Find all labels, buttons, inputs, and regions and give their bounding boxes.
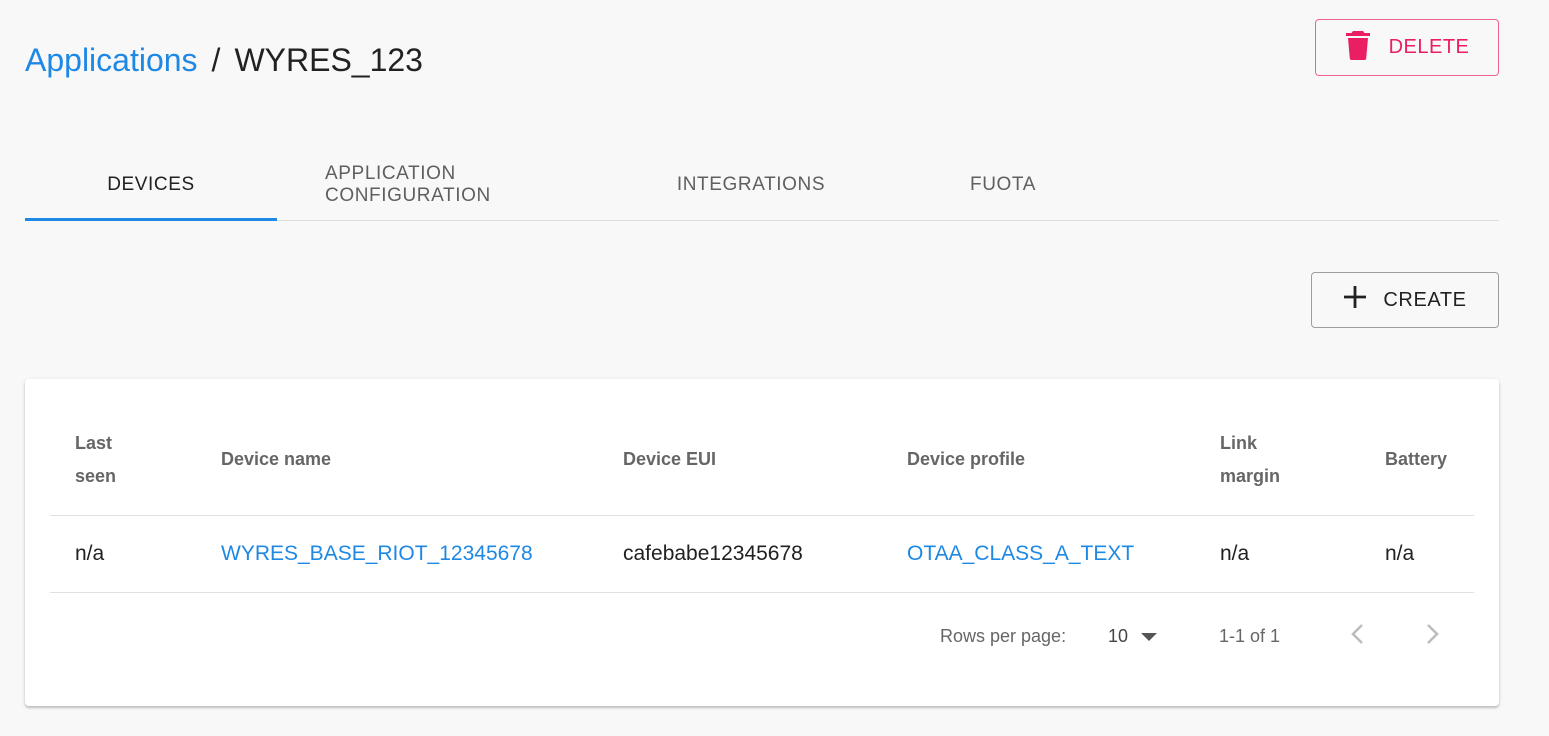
cell-last-seen: n/a <box>75 542 105 565</box>
create-button[interactable]: CREATE <box>1311 272 1499 328</box>
page-title: WYRES_123 <box>234 41 423 78</box>
tab-application-configuration-label: APPLICATION CONFIGURATION <box>325 163 491 206</box>
tab-integrations[interactable]: INTEGRATIONS <box>625 150 877 220</box>
plus-icon <box>1343 285 1367 315</box>
header-divider <box>50 515 1474 516</box>
breadcrumb-separator: / <box>211 41 221 78</box>
previous-page-button[interactable] <box>1340 619 1374 653</box>
column-header-text: margin <box>1220 466 1281 486</box>
column-header-text: Device name <box>221 449 332 469</box>
active-tab-indicator <box>25 218 277 221</box>
column-header-device-eui[interactable]: Device EUI <box>623 443 716 476</box>
rows-per-page-value: 10 <box>1108 625 1129 646</box>
caret-down-icon <box>1140 626 1158 647</box>
device-profile-link[interactable]: OTAA_CLASS_A_TEXT <box>907 540 1134 568</box>
column-header-battery[interactable]: Battery <box>1385 443 1447 476</box>
column-header-text: Link <box>1220 433 1258 453</box>
delete-button-label: DELETE <box>1388 36 1470 58</box>
tab-application-configuration[interactable]: APPLICATION CONFIGURATION <box>325 150 577 220</box>
pagination-range: 1-1 of 1 <box>1219 626 1281 646</box>
column-header-device-name[interactable]: Device name <box>221 443 331 476</box>
column-header-link-margin[interactable]: Link margin <box>1220 427 1280 493</box>
delete-button[interactable]: DELETE <box>1315 19 1499 76</box>
tab-fuota-label: FUOTA <box>970 174 1036 195</box>
create-button-label: CREATE <box>1383 288 1467 311</box>
column-header-text: Last <box>75 433 113 453</box>
tab-fuota[interactable]: FUOTA <box>877 150 1129 220</box>
breadcrumb: Applications / WYRES_123 <box>25 38 423 82</box>
cell-battery: n/a <box>1385 542 1415 565</box>
rows-per-page-label: Rows per page: <box>940 626 1067 646</box>
tab-devices-label: DEVICES <box>107 174 195 195</box>
device-name-link[interactable]: WYRES_BASE_RIOT_12345678 <box>221 540 533 568</box>
tab-integrations-label: INTEGRATIONS <box>676 174 826 195</box>
next-page-button[interactable] <box>1416 619 1450 653</box>
trash-icon <box>1345 30 1371 66</box>
breadcrumb-applications-link[interactable]: Applications <box>25 42 198 79</box>
devices-table-card: Last seen Device name Device EUI Device … <box>25 379 1499 706</box>
rows-per-page-select[interactable]: 10 <box>1108 622 1158 650</box>
row-divider <box>50 592 1474 593</box>
cell-device-eui: cafebabe12345678 <box>623 542 803 565</box>
tab-bar: DEVICES APPLICATION CONFIGURATION INTEGR… <box>25 150 1499 221</box>
chevron-right-icon <box>1426 623 1440 650</box>
column-header-device-profile[interactable]: Device profile <box>907 443 1025 476</box>
chevron-left-icon <box>1350 623 1364 650</box>
cell-link-margin: n/a <box>1220 542 1250 565</box>
tab-devices[interactable]: DEVICES <box>25 150 277 220</box>
column-header-text: Device profile <box>907 449 1026 469</box>
column-header-last-seen[interactable]: Last seen <box>75 427 116 493</box>
column-header-text: seen <box>75 466 117 486</box>
column-header-text: Battery <box>1385 449 1448 469</box>
column-header-text: Device EUI <box>623 449 717 469</box>
